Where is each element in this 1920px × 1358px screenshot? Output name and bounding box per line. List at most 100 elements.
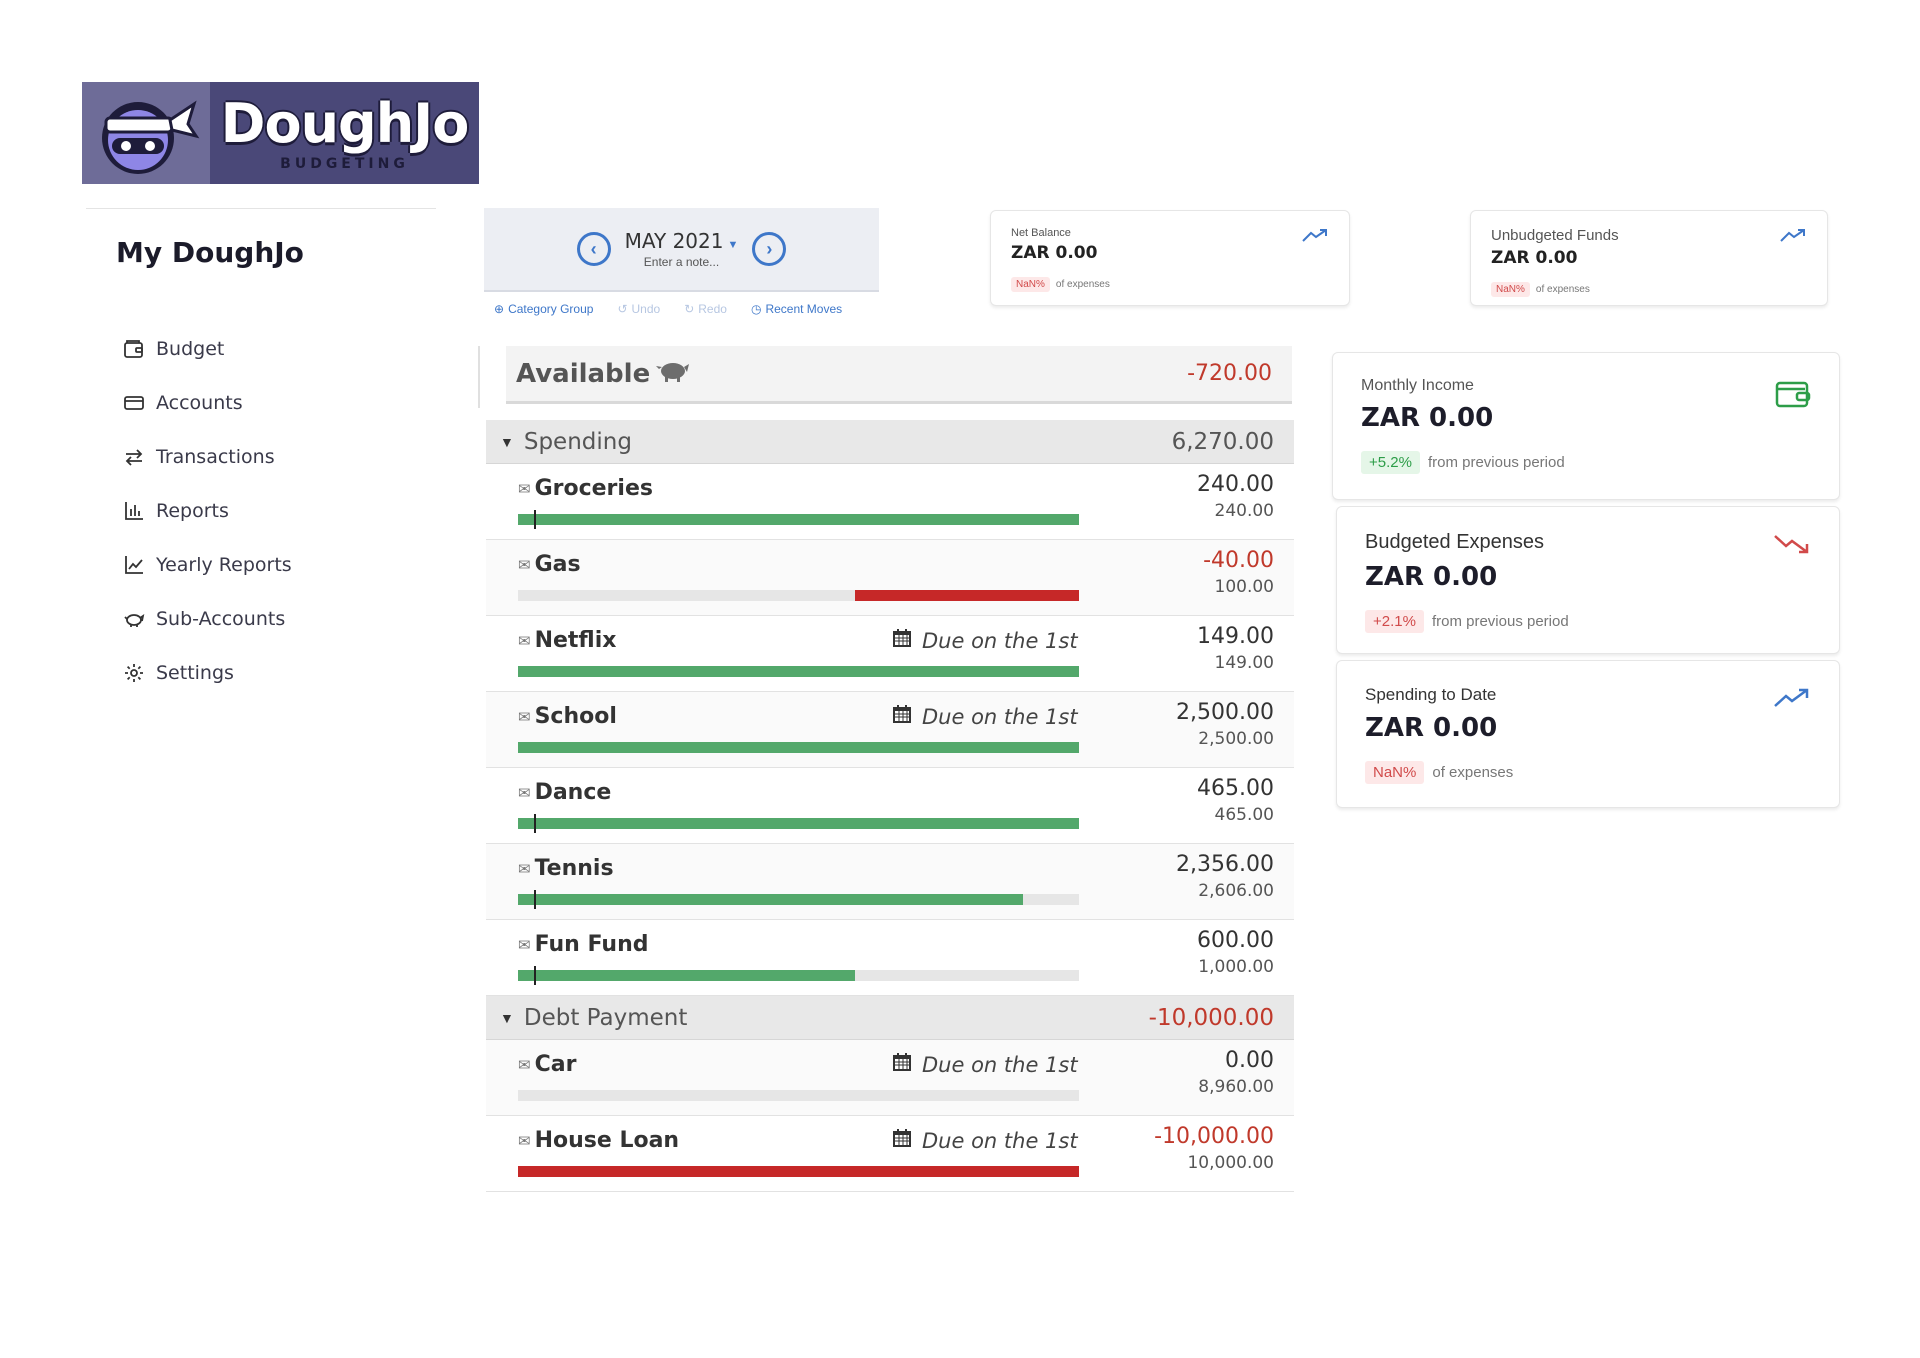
stat-badge: NaN% — [1365, 761, 1425, 784]
sidebar-item-budget[interactable]: Budget — [120, 322, 292, 376]
chevron-left-icon: ‹ — [590, 238, 597, 259]
caret-down-icon[interactable]: ▼ — [500, 434, 514, 450]
envelope-icon: ✉ — [518, 480, 531, 498]
month-label: MAY 2021 — [624, 229, 724, 253]
envelope-icon: ✉ — [518, 860, 531, 878]
sidebar-item-yearly-reports[interactable]: Yearly Reports — [120, 538, 292, 592]
category-group-row[interactable]: ▼ Debt Payment -10,000.00 — [486, 996, 1294, 1040]
envelope-icon: ✉ — [518, 1132, 531, 1150]
stat-foot: from previous period — [1427, 454, 1565, 471]
prev-month-button[interactable]: ‹ — [576, 232, 611, 266]
category-name: Gas — [534, 552, 581, 577]
envelope-icon: ✉ — [518, 632, 531, 650]
category-available[interactable]: 149.00 — [1197, 624, 1274, 649]
envelope-icon: ✉ — [518, 556, 531, 574]
category-row[interactable]: ✉ Fun Fund 600.00 1,000.00 — [486, 920, 1294, 996]
budgeted-expenses-card: Budgeted Expenses ZAR 0.00 +2.1% from pre… — [1336, 506, 1840, 654]
unbudgeted-funds-card: Unbudgeted Funds ZAR 0.00 NaN% of expense… — [1470, 210, 1828, 306]
category-row[interactable]: ✉ School Due on the 1st 2,500.00 2,500.00 — [486, 692, 1294, 768]
next-month-button[interactable]: › — [752, 232, 787, 266]
tool-label: Redo — [698, 302, 727, 316]
category-group-row[interactable]: ▼ Spending 6,270.00 — [486, 420, 1294, 464]
category-available[interactable]: 240.00 — [1197, 472, 1274, 497]
category-budgeted[interactable]: 1,000.00 — [1197, 957, 1274, 977]
category-available[interactable]: 0.00 — [1198, 1048, 1274, 1073]
trend-up-icon — [1301, 227, 1329, 248]
stat-label: Budgeted Expenses — [1365, 531, 1545, 553]
add-category-group-button[interactable]: ⊕ Category Group — [494, 302, 593, 316]
category-budgeted[interactable]: 465.00 — [1197, 805, 1274, 825]
stat-label: Monthly Income — [1361, 377, 1474, 394]
stat-value: ZAR 0.00 — [1365, 562, 1498, 592]
gear-icon — [120, 659, 148, 687]
stat-badge: NaN% — [1011, 277, 1050, 292]
sidebar-item-transactions[interactable]: Transactions — [120, 430, 292, 484]
sidebar-item-settings[interactable]: Settings — [120, 646, 292, 700]
category-row[interactable]: ✉ Car Due on the 1st 0.00 8,960.00 — [486, 1040, 1294, 1116]
doughjo-logo[interactable]: DoughJo BUDGETING — [82, 82, 479, 184]
progress-bar — [518, 890, 1079, 909]
spending-to-date-card: Spending to Date ZAR 0.00 NaN% of expense… — [1336, 660, 1840, 808]
caret-down-icon[interactable]: ▼ — [500, 1010, 514, 1026]
chevron-right-icon: › — [766, 238, 773, 259]
sidebar-item-sub-accounts[interactable]: Sub-Accounts — [120, 592, 292, 646]
sidebar-item-label: Settings — [156, 662, 234, 684]
envelope-icon: ✉ — [518, 1056, 531, 1074]
category-name: Netflix — [534, 628, 617, 653]
progress-fill — [518, 666, 1079, 677]
sidebar-item-reports[interactable]: Reports — [120, 484, 292, 538]
category-budgeted[interactable]: 2,606.00 — [1176, 881, 1274, 901]
category-available[interactable]: 600.00 — [1197, 928, 1274, 953]
category-name: Fun Fund — [534, 932, 649, 957]
category-budgeted[interactable]: 149.00 — [1197, 653, 1274, 673]
due-label: Due on the 1st — [922, 704, 1078, 729]
category-available[interactable]: -40.00 — [1203, 548, 1274, 573]
envelope-icon: ✉ — [518, 784, 531, 802]
envelope-icon: ✉ — [518, 708, 531, 726]
month-note[interactable]: Enter a note... — [625, 255, 739, 269]
category-row[interactable]: ✉ Gas -40.00 100.00 — [486, 540, 1294, 616]
category-budgeted[interactable]: 10,000.00 — [1154, 1153, 1274, 1173]
sidebar-item-label: Reports — [156, 500, 229, 522]
sidebar-item-accounts[interactable]: Accounts — [120, 376, 292, 430]
category-budgeted[interactable]: 2,500.00 — [1176, 729, 1274, 749]
calendar-icon — [892, 704, 912, 729]
tool-label: Category Group — [508, 302, 594, 316]
trend-up-icon — [1779, 227, 1807, 248]
category-row[interactable]: ✉ House Loan Due on the 1st -10,000.00 10,00… — [486, 1116, 1294, 1192]
line-chart-icon — [120, 551, 148, 579]
recent-moves-button[interactable]: ◷ Recent Moves — [751, 302, 842, 316]
month-selector: ‹ MAY 2021 ▼ Enter a note... › — [484, 208, 879, 292]
sidebar-item-label: Transactions — [156, 446, 275, 468]
undo-button[interactable]: ↺ Undo — [617, 302, 660, 316]
stat-badge: +5.2% — [1361, 451, 1420, 474]
category-available[interactable]: -10,000.00 — [1154, 1124, 1274, 1149]
category-row[interactable]: ✉ Groceries 240.00 240.00 — [486, 464, 1294, 540]
category-available[interactable]: 2,500.00 — [1176, 700, 1274, 725]
progress-fill — [518, 818, 1079, 829]
category-row[interactable]: ✉ Netflix Due on the 1st 149.00 149.00 — [486, 616, 1294, 692]
category-row[interactable]: ✉ Dance 465.00 465.00 — [486, 768, 1294, 844]
category-budgeted[interactable]: 100.00 — [1203, 577, 1274, 597]
stat-badge: NaN% — [1491, 282, 1530, 297]
redo-button[interactable]: ↻ Redo — [684, 302, 727, 316]
category-row[interactable]: ✉ Tennis 2,356.00 2,606.00 — [486, 844, 1294, 920]
stat-label: Net Balance — [1011, 227, 1071, 239]
logo-subtitle: BUDGETING — [280, 156, 409, 172]
ninja-mascot-icon — [82, 82, 210, 184]
category-budgeted[interactable]: 240.00 — [1197, 501, 1274, 521]
sidebar-item-label: Yearly Reports — [156, 554, 292, 576]
sidebar-title: My DoughJo — [116, 236, 304, 269]
tool-label: Recent Moves — [765, 302, 843, 316]
category-available[interactable]: 2,356.00 — [1176, 852, 1274, 877]
stat-foot: of expenses — [1055, 279, 1110, 290]
month-dropdown[interactable]: MAY 2021 ▼ — [625, 229, 739, 253]
stat-value: ZAR 0.00 — [1365, 713, 1498, 743]
stat-label: Spending to Date — [1365, 685, 1497, 704]
available-label: Available — [516, 358, 651, 389]
category-available[interactable]: 465.00 — [1197, 776, 1274, 801]
stat-label: Unbudgeted Funds — [1491, 227, 1619, 244]
stat-value: ZAR 0.00 — [1011, 243, 1098, 263]
category-budgeted[interactable]: 8,960.00 — [1198, 1077, 1274, 1097]
piggy-bank-icon — [120, 605, 148, 633]
